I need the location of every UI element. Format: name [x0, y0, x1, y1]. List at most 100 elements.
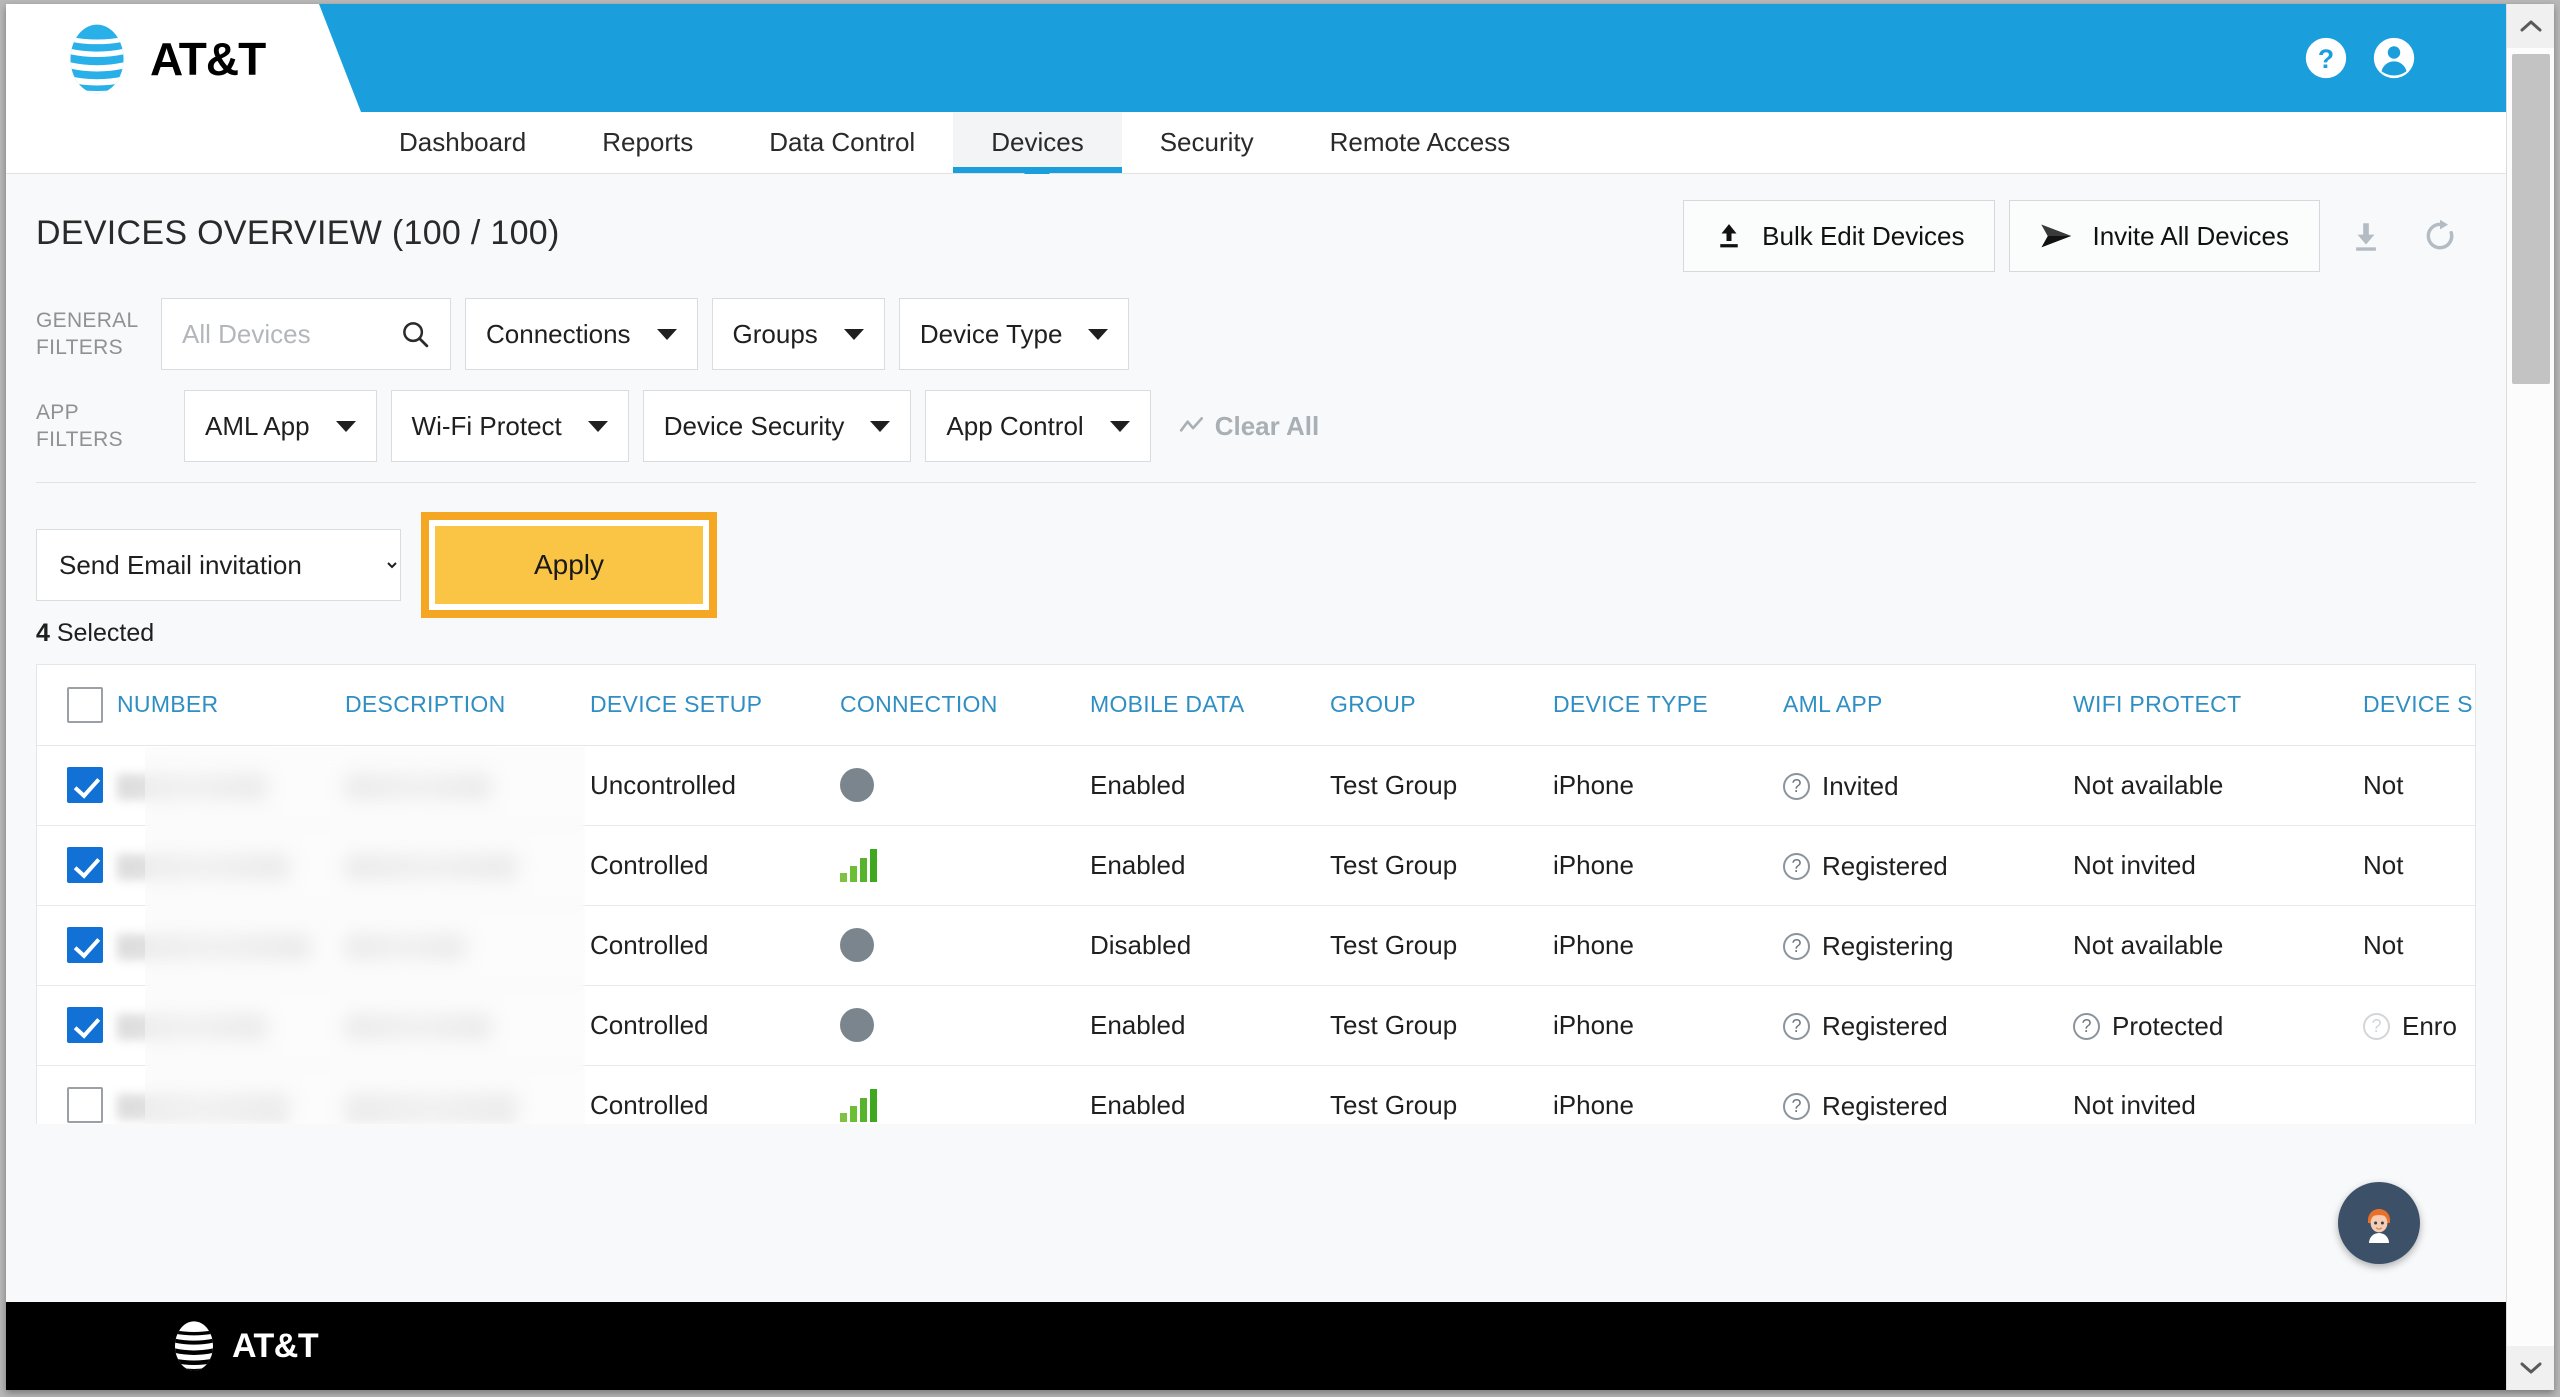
scrollbar-thumb[interactable] — [2512, 54, 2550, 384]
col-group[interactable]: GROUP — [1330, 665, 1553, 746]
col-wifi-protect[interactable]: WIFI PROTECT — [2073, 665, 2363, 746]
row-select-cell[interactable] — [37, 1065, 117, 1124]
chevron-down-icon — [1109, 420, 1130, 432]
col-description[interactable]: DESCRIPTION — [345, 665, 590, 746]
table-row[interactable]: Controlled Enabled Test Group iPhone? Regist… — [37, 1065, 2475, 1124]
cell-device-type: iPhone — [1553, 985, 1783, 1066]
cell-number — [117, 745, 345, 826]
row-select-cell[interactable] — [37, 745, 117, 826]
devices-table: NUMBER DESCRIPTION DEVICE SETUP CONNECTI… — [37, 665, 2475, 1124]
devices-table-body: Uncontrolled Enabled Test Group iPhone? Invi… — [37, 745, 2475, 1124]
info-question-icon[interactable]: ? — [1783, 1013, 1810, 1040]
general-filters-label: GENERAL FILTERS — [36, 307, 161, 362]
row-checkbox[interactable] — [67, 847, 103, 883]
col-mobile-data[interactable]: MOBILE DATA — [1090, 665, 1330, 746]
tab-remote-access[interactable]: Remote Access — [1292, 112, 1549, 173]
signal-bars-icon — [840, 848, 877, 883]
aml-app-filter-dropdown[interactable]: AML App — [184, 390, 377, 462]
apply-button[interactable]: Apply — [435, 526, 703, 604]
user-circle-icon[interactable] — [2372, 36, 2416, 80]
col-connection[interactable]: CONNECTION — [840, 665, 1090, 746]
info-question-icon[interactable]: ? — [2363, 1013, 2390, 1040]
col-device-type[interactable]: DEVICE TYPE — [1553, 665, 1783, 746]
table-row[interactable]: Controlled Enabled Test Group iPhone? Regist… — [37, 985, 2475, 1066]
bulk-edit-devices-button[interactable]: Bulk Edit Devices — [1683, 200, 1996, 272]
row-select-cell[interactable] — [37, 905, 117, 986]
table-row[interactable]: Controlled Enabled Test Group iPhone? Regist… — [37, 825, 2475, 906]
row-checkbox[interactable] — [67, 927, 103, 963]
apply-button-focus-ring: Apply — [421, 512, 717, 618]
footer-att-wordmark: AT&T — [232, 1326, 319, 1365]
aml-app-status: Registered — [1822, 1091, 1948, 1121]
cell-connection — [840, 825, 1090, 906]
device-search-input[interactable]: All Devices — [161, 298, 451, 370]
refresh-button[interactable] — [2412, 208, 2468, 264]
info-question-icon[interactable]: ? — [1783, 773, 1810, 800]
cell-aml-app: ? Registered — [1783, 1065, 2073, 1124]
col-device-setup[interactable]: DEVICE SETUP — [590, 665, 840, 746]
refresh-icon — [2426, 219, 2454, 250]
tab-devices[interactable]: Devices — [953, 112, 1123, 186]
bulk-action-select[interactable]: Send Email invitation — [36, 529, 401, 601]
tab-dashboard[interactable]: Dashboard — [361, 112, 564, 173]
wifi-protect-filter-dropdown[interactable]: Wi-Fi Protect — [390, 390, 629, 462]
cell-device-security: Not — [2363, 745, 2475, 826]
download-icon — [2356, 223, 2376, 251]
connections-filter-dropdown[interactable]: Connections — [465, 298, 698, 370]
info-question-icon[interactable]: ? — [2073, 1013, 2100, 1040]
app-control-filter-dropdown[interactable]: App Control — [925, 390, 1151, 462]
invite-all-devices-button[interactable]: Invite All Devices — [2009, 200, 2320, 272]
redacted-description — [345, 853, 517, 880]
cell-device-security — [2363, 1065, 2475, 1124]
clear-all-filters-button[interactable]: Clear All — [1179, 411, 1319, 442]
device-security-filter-dropdown[interactable]: Device Security — [642, 390, 912, 462]
scrollbar-down-button[interactable] — [2507, 1346, 2554, 1390]
row-select-cell[interactable] — [37, 825, 117, 906]
row-checkbox[interactable] — [67, 1087, 103, 1123]
devices-table-head: NUMBER DESCRIPTION DEVICE SETUP CONNECTI… — [37, 665, 2475, 746]
col-number[interactable]: NUMBER — [117, 665, 345, 746]
help-circle-icon[interactable]: ? — [2304, 36, 2348, 80]
tab-data-control[interactable]: Data Control — [731, 112, 953, 173]
tab-reports[interactable]: Reports — [564, 112, 731, 173]
row-checkbox[interactable] — [67, 1007, 103, 1043]
cell-group: Test Group — [1330, 825, 1553, 906]
chevron-up-icon — [2520, 20, 2542, 32]
select-all-checkbox[interactable] — [67, 686, 103, 723]
download-button[interactable] — [2338, 208, 2394, 264]
cell-wifi-protect: ? Protected — [2073, 985, 2363, 1066]
cell-device-setup: Controlled — [590, 825, 840, 906]
support-chat-button[interactable] — [2338, 1182, 2420, 1264]
row-select-cell[interactable] — [37, 985, 117, 1066]
app-filters-row: APP FILTERS AML App Wi-Fi Protect Device… — [36, 390, 2476, 462]
cell-aml-app: ? Registering — [1783, 905, 2073, 986]
tab-security[interactable]: Security — [1122, 112, 1292, 173]
wifi-protect-status: Not available — [2073, 769, 2224, 800]
app-header: AT&T ? — [6, 4, 2506, 112]
info-question-icon[interactable]: ? — [1783, 933, 1810, 960]
cell-wifi-protect: Not invited — [2073, 1065, 2363, 1124]
col-device-security[interactable]: DEVICE S — [2363, 665, 2475, 746]
table-row[interactable]: Uncontrolled Enabled Test Group iPhone? Invi… — [37, 745, 2475, 826]
select-all-header — [37, 665, 117, 746]
selected-count-suffix: Selected — [49, 619, 155, 647]
groups-filter-dropdown[interactable]: Groups — [711, 298, 885, 370]
att-logo[interactable]: AT&T — [58, 20, 266, 98]
col-aml-app[interactable]: AML APP — [1783, 665, 2073, 746]
cell-wifi-protect: Not available — [2073, 745, 2363, 826]
device-type-filter-dropdown[interactable]: Device Type — [898, 298, 1130, 370]
page-content: DEVICES OVERVIEW (100 / 100) Bulk Edit D… — [6, 174, 2506, 1390]
row-checkbox[interactable] — [67, 767, 103, 803]
chevron-down-icon — [587, 420, 608, 432]
upload-icon — [1720, 224, 1738, 248]
info-question-icon[interactable]: ? — [1783, 1093, 1810, 1120]
scrollbar-up-button[interactable] — [2507, 4, 2554, 48]
cell-description — [345, 745, 590, 826]
table-row[interactable]: Controlled Disabled Test Group iPhone? Regis… — [37, 905, 2475, 986]
cell-device-type: iPhone — [1553, 905, 1783, 986]
browser-scrollbar[interactable] — [2506, 4, 2554, 1390]
cell-connection — [840, 985, 1090, 1066]
selected-count-text: 4 Selected — [36, 619, 2476, 648]
invite-all-label: Invite All Devices — [2092, 220, 2289, 251]
info-question-icon[interactable]: ? — [1783, 853, 1810, 880]
